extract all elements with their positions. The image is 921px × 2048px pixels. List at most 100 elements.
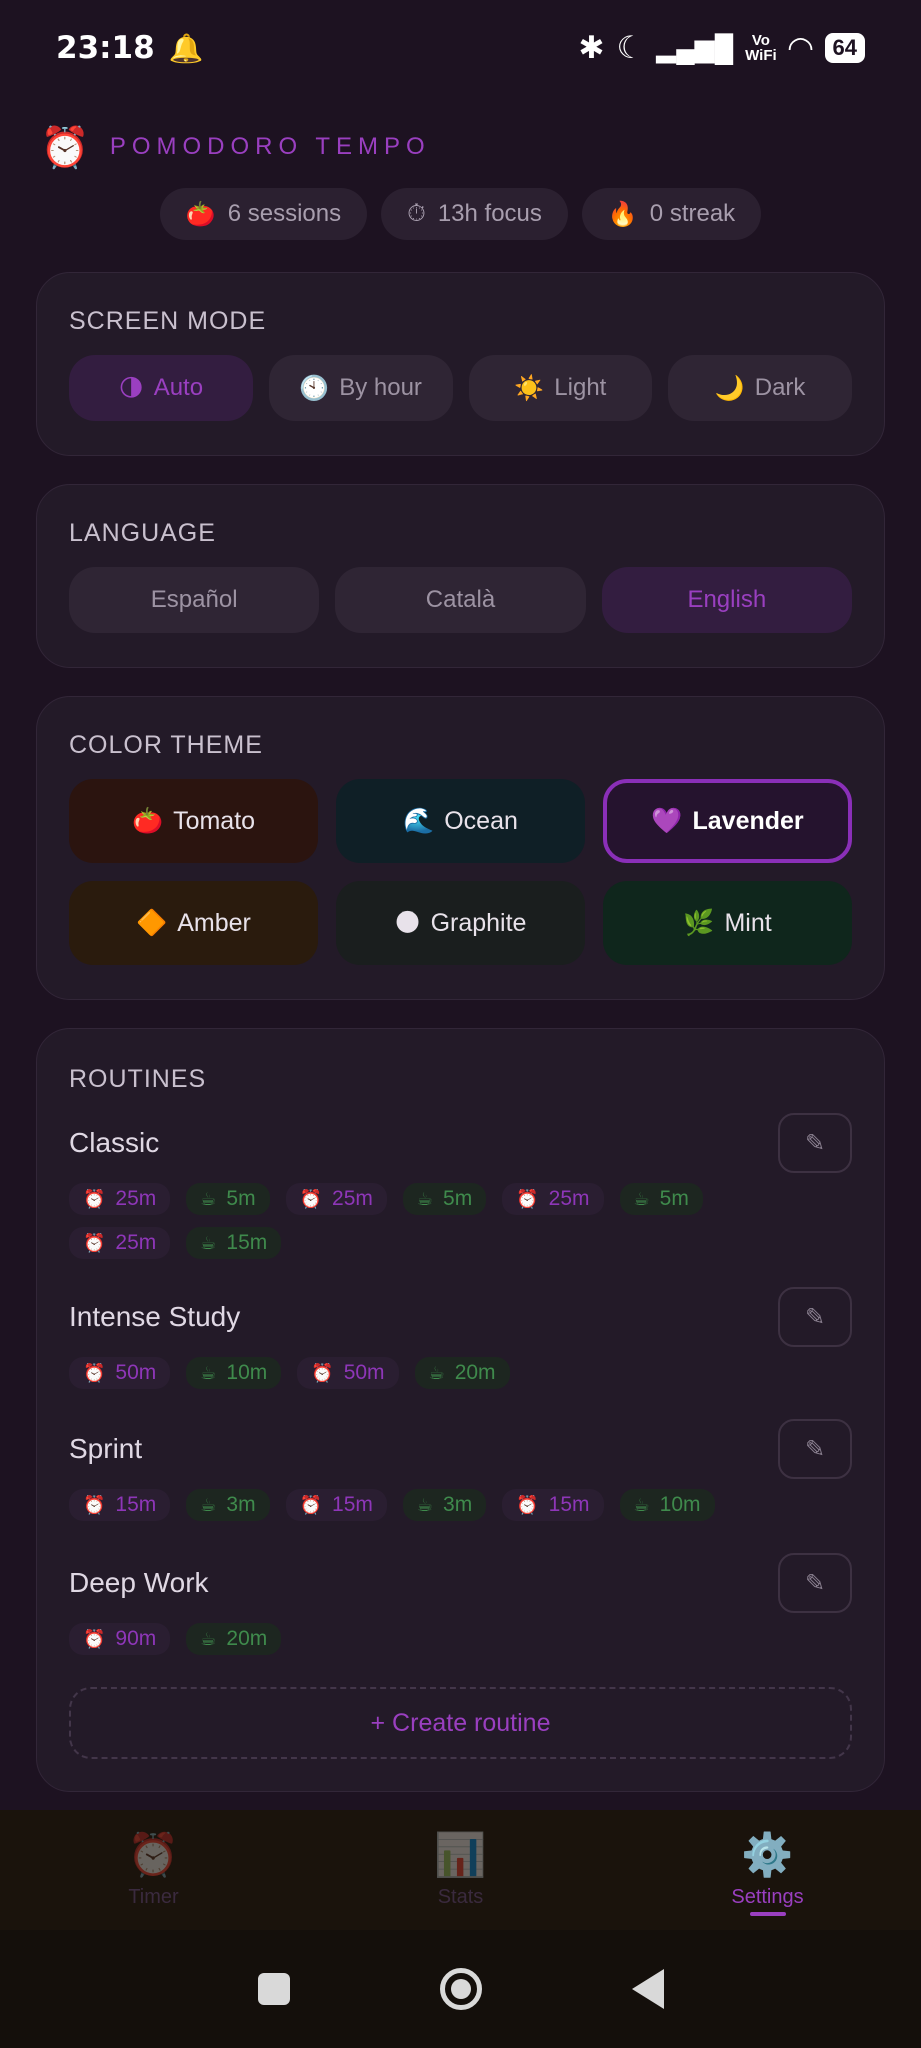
screen-mode-by-hour-label: By hour (339, 374, 422, 401)
focus-step: ⏰ 15m (502, 1489, 604, 1521)
theme-grid: 🍅 Tomato 🌊 Ocean 💜 Lavender 🔶 Amber 🌑 Gr… (69, 779, 852, 965)
step-label: 5m (659, 1187, 689, 1210)
color-theme-title: COLOR THEME (69, 731, 263, 759)
sessions-chip: 🍅 6 sessions (159, 188, 368, 240)
screen-mode-auto[interactable]: 🌗 Auto (69, 355, 253, 421)
coffee-icon: ☕ (633, 1188, 650, 1209)
sessions-text: 6 sessions (227, 200, 342, 227)
vowifi-icon: Vo WiFi (745, 33, 777, 63)
step-label: 25m (115, 1231, 157, 1254)
step-label: 25m (332, 1187, 373, 1210)
focus-step: ⏰ 25m (502, 1183, 604, 1215)
routine-name: Sprint (69, 1433, 143, 1464)
step-label: 25m (548, 1187, 590, 1210)
routine-steps: ⏰ 50m ☕ 10m ⏰ 50m ☕ 20m (69, 1357, 762, 1389)
step-label: 20m (226, 1627, 268, 1650)
language-espanol[interactable]: Español (69, 567, 320, 633)
theme-ocean[interactable]: 🌊 Ocean (336, 779, 585, 863)
focus-step: ⏰ 15m (69, 1489, 171, 1521)
timer-icon: ⏰ (83, 1232, 106, 1253)
herb-icon: 🌿 (683, 908, 715, 937)
vowifi-bottom: WiFi (745, 47, 777, 64)
theme-graphite[interactable]: 🌑 Graphite (336, 881, 585, 965)
battery-icon: 64 (824, 33, 865, 63)
theme-lavender[interactable]: 💜 Lavender (603, 779, 852, 863)
step-label: 5m (226, 1187, 256, 1210)
language-catala[interactable]: Català (335, 567, 586, 633)
tab-settings[interactable]: ⚙️ Settings (614, 1810, 921, 1930)
gear-icon: ⚙️ (741, 1831, 794, 1878)
edit-routine-button[interactable]: ✎ (778, 1113, 852, 1173)
language-english-label: English (687, 586, 767, 613)
theme-tomato-label: Tomato (173, 806, 256, 835)
streak-chip: 🔥 0 streak (581, 188, 762, 240)
language-english[interactable]: English (601, 567, 852, 633)
step-label: 20m (454, 1361, 496, 1384)
break-step: ☕ 20m (414, 1357, 510, 1389)
edit-routine-button[interactable]: ✎ (778, 1287, 852, 1347)
routines-title: ROUTINES (69, 1065, 207, 1093)
tab-stats[interactable]: 📊 Stats (307, 1810, 614, 1930)
focus-step: ⏰ 50m (69, 1357, 171, 1389)
battery-level: 64 (832, 35, 857, 60)
theme-ocean-label: Ocean (444, 806, 518, 835)
timer-icon: ⏰ (83, 1362, 106, 1383)
recents-square-icon[interactable] (257, 1973, 290, 2005)
home-circle-icon[interactable] (439, 1968, 482, 2010)
theme-amber[interactable]: 🔶 Amber (69, 881, 318, 965)
step-label: 50m (343, 1361, 385, 1384)
notification-bell-icon: 🔔 (168, 32, 204, 64)
status-right: ✱ ☾ ▂▄▆█ Vo WiFi ◠ 64 (579, 30, 865, 66)
create-routine-label: + Create routine (370, 1708, 551, 1737)
bottom-tab-bar: ⏰ Timer 📊 Stats ⚙️ Settings (0, 1810, 921, 1930)
step-label: 15m (332, 1493, 373, 1516)
timer-icon: ⏰ (127, 1831, 180, 1878)
theme-tomato[interactable]: 🍅 Tomato (69, 779, 318, 863)
coffee-icon: ☕ (200, 1232, 217, 1253)
system-nav-bar (0, 1930, 921, 2048)
focus-text: 13h focus (437, 200, 542, 227)
app-header: ⏰ POMODORO TEMPO (40, 122, 431, 172)
screen-mode-by-hour[interactable]: 🕙 By hour (268, 355, 453, 421)
screen-mode-dark-label: Dark (754, 374, 806, 401)
status-bar: 23:18 🔔 ✱ ☾ ▂▄▆█ Vo WiFi ◠ 64 (0, 0, 921, 96)
screen-mode-dark[interactable]: 🌙 Dark (668, 355, 852, 421)
language-catala-label: Català (425, 586, 496, 613)
edit-routine-button[interactable]: ✎ (778, 1553, 852, 1613)
routine-steps: ⏰ 90m ☕ 20m (69, 1623, 762, 1655)
routines-card: ROUTINES Classic ✎ ⏰ 25m ☕ 5m ⏰ 25m ☕ 5m ⏰ 25… (36, 1028, 885, 1792)
tab-timer-label: Timer (128, 1886, 179, 1908)
language-espanol-label: Español (150, 586, 238, 613)
streak-text: 0 streak (649, 200, 736, 227)
status-left: 23:18 🔔 (56, 30, 204, 66)
tab-settings-label: Settings (731, 1886, 804, 1908)
tomato-icon: 🍅 (131, 806, 164, 835)
app-title: POMODORO TEMPO (109, 133, 431, 160)
step-label: 50m (115, 1361, 157, 1384)
focus-step: ⏰ 15m (285, 1489, 387, 1521)
pencil-icon: ✎ (804, 1129, 826, 1157)
screen-mode-light[interactable]: ☀️ Light (468, 355, 653, 421)
coffee-icon: ☕ (416, 1188, 434, 1209)
routine-steps: ⏰ 25m ☕ 5m ⏰ 25m ☕ 5m ⏰ 25m ☕ 5m ⏰ 25m ☕ 15m (69, 1183, 762, 1259)
screen-mode-title: SCREEN MODE (69, 307, 267, 335)
wave-icon: 🌊 (403, 806, 435, 835)
screen-mode-light-label: Light (554, 374, 607, 401)
timer-icon: ⏰ (83, 1494, 106, 1515)
language-title: LANGUAGE (69, 519, 216, 547)
step-label: 25m (115, 1187, 157, 1210)
clock-icon: 🕙 (299, 374, 330, 402)
break-step: ☕ 20m (186, 1623, 282, 1655)
tomato-timer-logo-icon: ⏰ (40, 125, 90, 170)
edit-routine-button[interactable]: ✎ (778, 1419, 852, 1479)
back-triangle-icon[interactable] (631, 1969, 664, 2009)
theme-mint[interactable]: 🌿 Mint (603, 881, 852, 965)
status-time: 23:18 (56, 30, 155, 66)
coffee-icon: ☕ (428, 1362, 445, 1383)
color-theme-card: COLOR THEME 🍅 Tomato 🌊 Ocean 💜 Lavender … (36, 696, 885, 1000)
coffee-icon: ☕ (200, 1628, 217, 1649)
focus-step: ⏰ 25m (285, 1183, 387, 1215)
pencil-icon: ✎ (804, 1569, 826, 1597)
create-routine-button[interactable]: + Create routine (69, 1687, 852, 1759)
tab-timer[interactable]: ⏰ Timer (0, 1810, 307, 1930)
